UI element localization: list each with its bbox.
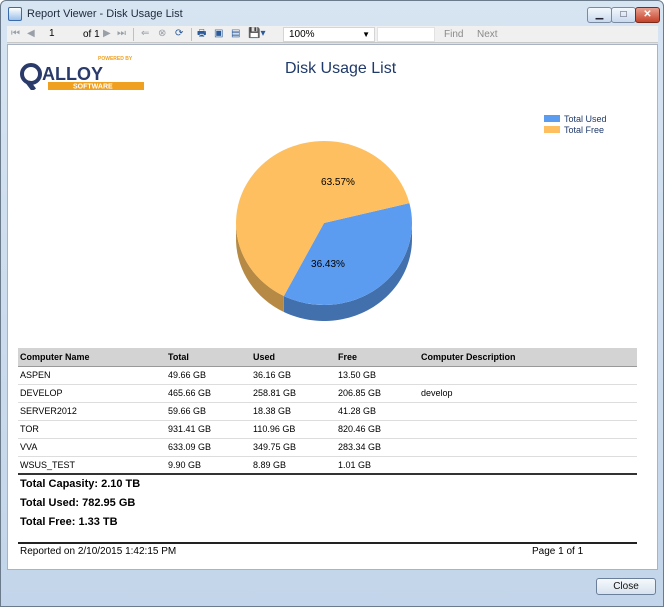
table-cell: TOR: [18, 420, 166, 439]
pie-data-label: 36.43%: [311, 259, 345, 270]
minimize-button[interactable]: ▁: [587, 7, 612, 23]
total-free: Total Free: 1.33 TB: [20, 516, 118, 528]
maximize-button[interactable]: □: [611, 7, 636, 23]
toolbar-separator: [133, 28, 134, 41]
total-capacity: Total Capasity: 2.10 TB: [20, 478, 141, 490]
table-row: DEVELOP 465.66 GB 258.81 GB 206.85 GB develo…: [18, 384, 637, 403]
table-cell: 13.50 GB: [336, 366, 419, 385]
table-cell: VVA: [18, 438, 166, 457]
table-cell: 41.28 GB: [336, 402, 419, 421]
legend-swatch-free: [544, 126, 560, 133]
table-cell: [419, 438, 637, 457]
svg-text:ALLOY: ALLOY: [42, 64, 103, 84]
table-cell: develop: [419, 384, 637, 403]
page-indicator: Page 1 of 1: [532, 546, 584, 557]
table-cell: 8.89 GB: [251, 456, 336, 475]
pie-data-label: 63.57%: [321, 177, 355, 188]
table-cell: 283.34 GB: [336, 438, 419, 457]
svg-text:SOFTWARE: SOFTWARE: [73, 84, 113, 91]
last-page-icon[interactable]: ⏭: [117, 28, 126, 40]
print-icon[interactable]: 🖶: [197, 28, 206, 40]
column-header: Computer Name: [18, 348, 166, 367]
refresh-icon[interactable]: ⟳: [175, 28, 183, 40]
report-toolbar: ⏮ ◀ 1 of 1 ▶ ⏭ ⇐ ⊗ ⟳ 🖶 ▣ ▤ 💾▾ 100% ▼ Find…: [7, 26, 658, 43]
table-cell: 206.85 GB: [336, 384, 419, 403]
table-cell: 820.46 GB: [336, 420, 419, 439]
close-window-button[interactable]: ✕: [635, 7, 660, 23]
table-cell: 18.38 GB: [251, 402, 336, 421]
title-bar: Report Viewer - Disk Usage List ▁ □ ✕: [1, 1, 663, 27]
find-input[interactable]: [377, 27, 435, 42]
close-button[interactable]: Close: [596, 578, 656, 595]
disk-usage-table: Computer Name Total Used Free Computer Descr…: [18, 348, 637, 475]
table-cell: 1.01 GB: [336, 456, 419, 475]
stop-icon[interactable]: ⊗: [158, 28, 166, 40]
column-header: Total: [166, 348, 251, 367]
page-count-label: of 1: [83, 29, 100, 40]
column-header: Computer Description: [419, 348, 637, 367]
table-cell: 349.75 GB: [251, 438, 336, 457]
legend-item: Total Free: [544, 124, 607, 135]
zoom-select[interactable]: 100% ▼: [283, 27, 375, 42]
report-page: POWERED BY ALLOY SOFTWARE Disk Usage Lis…: [7, 44, 658, 570]
find-link[interactable]: Find: [444, 29, 463, 40]
table-cell: 49.66 GB: [166, 366, 251, 385]
column-header: Free: [336, 348, 419, 367]
table-cell: [419, 366, 637, 385]
app-icon: [8, 7, 22, 21]
table-cell: 36.16 GB: [251, 366, 336, 385]
chart-legend: Total Used Total Free: [544, 113, 607, 135]
zoom-value: 100%: [289, 29, 315, 40]
reported-on: Reported on 2/10/2015 1:42:15 PM: [20, 546, 177, 557]
back-icon[interactable]: ⇐: [141, 28, 149, 40]
total-used: Total Used: 782.95 GB: [20, 497, 136, 509]
table-row: WSUS_TEST 9.90 GB 8.89 GB 1.01 GB: [18, 456, 637, 475]
disk-usage-pie-chart: 36.43% 63.57%: [236, 141, 412, 321]
export-icon[interactable]: 💾▾: [248, 28, 265, 40]
table-row: ASPEN 49.66 GB 36.16 GB 13.50 GB: [18, 366, 637, 385]
table-cell: DEVELOP: [18, 384, 166, 403]
legend-label: Total Free: [564, 124, 605, 135]
print-layout-icon[interactable]: ▣: [214, 28, 223, 40]
table-cell: [419, 402, 637, 421]
table-header-row: Computer Name Total Used Free Computer Descr…: [18, 348, 637, 367]
table-cell: 59.66 GB: [166, 402, 251, 421]
legend-swatch-used: [544, 115, 560, 122]
previous-page-icon[interactable]: ◀: [27, 28, 35, 40]
table-cell: [419, 420, 637, 439]
legend-label: Total Used: [564, 113, 607, 124]
table-cell: 110.96 GB: [251, 420, 336, 439]
first-page-icon[interactable]: ⏮: [11, 28, 20, 40]
alloy-software-logo: POWERED BY ALLOY SOFTWARE: [20, 56, 144, 91]
table-row: TOR 931.41 GB 110.96 GB 820.46 GB: [18, 420, 637, 439]
column-header: Used: [251, 348, 336, 367]
table-row: VVA 633.09 GB 349.75 GB 283.34 GB: [18, 438, 637, 457]
report-viewer-window: Report Viewer - Disk Usage List ▁ □ ✕ ⏮ …: [0, 0, 664, 607]
report-title: Disk Usage List: [285, 60, 397, 77]
table-cell: WSUS_TEST: [18, 456, 166, 475]
next-page-icon[interactable]: ▶: [103, 28, 111, 40]
table-cell: ASPEN: [18, 366, 166, 385]
table-cell: 633.09 GB: [166, 438, 251, 457]
table-cell: 9.90 GB: [166, 456, 251, 475]
legend-item: Total Used: [544, 113, 607, 124]
page-setup-icon[interactable]: ▤: [231, 28, 240, 40]
table-cell: 465.66 GB: [166, 384, 251, 403]
find-next-link[interactable]: Next: [477, 29, 498, 40]
table-cell: SERVER2012: [18, 402, 166, 421]
window-title: Report Viewer - Disk Usage List: [27, 8, 183, 20]
table-cell: [419, 456, 637, 475]
svg-text:POWERED BY: POWERED BY: [98, 56, 133, 62]
chevron-down-icon: ▼: [362, 30, 370, 39]
toolbar-separator: [191, 28, 192, 41]
page-number-input[interactable]: 1: [45, 28, 73, 41]
table-cell: 258.81 GB: [251, 384, 336, 403]
footer-divider: [18, 542, 637, 544]
table-cell: 931.41 GB: [166, 420, 251, 439]
table-row: SERVER2012 59.66 GB 18.38 GB 41.28 GB: [18, 402, 637, 421]
